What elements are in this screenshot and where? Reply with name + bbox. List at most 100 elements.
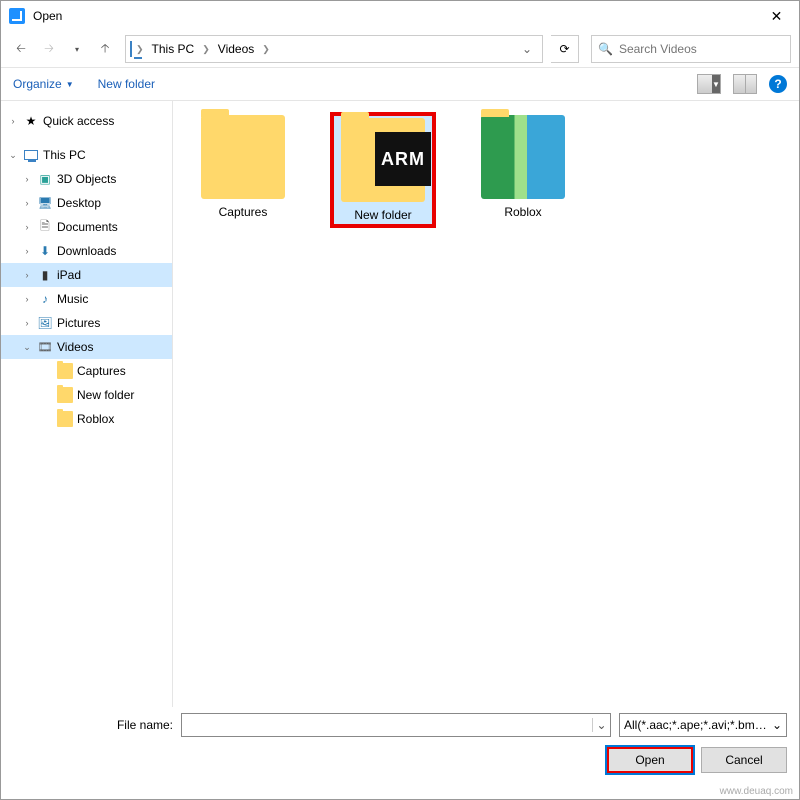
tree-videos[interactable]: ⌄ 🎞 Videos	[1, 335, 172, 359]
picture-icon: 🖼	[37, 315, 53, 331]
nav-tree: › ★ Quick access ⌄ This PC ›▣3D Objects …	[1, 101, 173, 707]
footer: File name: ⌄ All(*.aac;*.ape;*.avi;*.bmp…	[1, 707, 799, 785]
tree-label: Roblox	[77, 412, 114, 426]
tree-pictures[interactable]: › 🖼 Pictures	[1, 311, 172, 335]
breadcrumb-videos[interactable]: Videos	[214, 42, 258, 56]
tree-documents[interactable]: › 🗎 Documents	[1, 215, 172, 239]
folder-icon	[201, 115, 285, 199]
nav-bar: 🡠 🡢 ▾ 🡡 ❯ This PC ❯ Videos ❯ ⌄ ⟳ 🔍	[1, 31, 799, 67]
expand-icon[interactable]: ›	[21, 270, 33, 280]
title-bar: Open ✕	[1, 1, 799, 31]
chevron-down-icon: ⌄	[768, 718, 782, 732]
expand-icon[interactable]: ›	[21, 174, 33, 184]
tree-captures[interactable]: Captures	[1, 359, 172, 383]
folder-icon	[341, 118, 425, 202]
file-type-filter[interactable]: All(*.aac;*.ape;*.avi;*.bmp;*.csv ⌄	[619, 713, 787, 737]
tree-roblox[interactable]: Roblox	[1, 407, 172, 431]
tree-label: Videos	[57, 340, 93, 354]
download-icon: ⬇	[37, 243, 53, 259]
chevron-down-icon[interactable]: ⌄	[592, 718, 610, 732]
tree-label: 3D Objects	[57, 172, 116, 186]
main-area: › ★ Quick access ⌄ This PC ›▣3D Objects …	[1, 101, 799, 707]
up-button[interactable]: 🡡	[93, 37, 117, 61]
item-label: Roblox	[473, 205, 573, 219]
tree-label: Documents	[57, 220, 118, 234]
app-icon	[9, 8, 25, 24]
tree-music[interactable]: ›♪Music	[1, 287, 172, 311]
tree-3d-objects[interactable]: › ▣ 3D Objects	[1, 167, 172, 191]
new-folder-button[interactable]: New folder	[98, 77, 155, 91]
preview-pane-button[interactable]	[733, 74, 757, 94]
search-icon: 🔍	[598, 42, 613, 56]
file-name-combo[interactable]: ⌄	[181, 713, 611, 737]
organize-label: Organize	[13, 77, 62, 91]
tree-label: Desktop	[57, 196, 101, 210]
file-list[interactable]: Captures New folder Roblox	[173, 101, 799, 707]
refresh-button[interactable]: ⟳	[551, 35, 579, 63]
pc-icon	[130, 42, 132, 56]
tree-label: Quick access	[43, 114, 114, 128]
folder-new-folder[interactable]: New folder	[333, 115, 433, 225]
item-label: Captures	[193, 205, 293, 219]
device-icon: ▮	[37, 267, 53, 283]
chevron-right-icon[interactable]: ❯	[202, 44, 210, 55]
folder-roblox[interactable]: Roblox	[473, 115, 573, 219]
document-icon: 🗎	[37, 219, 53, 235]
tree-label: Pictures	[57, 316, 100, 330]
address-dropdown[interactable]: ⌄	[516, 42, 538, 56]
chevron-right-icon[interactable]: ❯	[262, 44, 270, 55]
collapse-icon[interactable]: ⌄	[21, 342, 33, 353]
tree-quick-access[interactable]: › ★ Quick access	[1, 109, 172, 133]
close-button[interactable]: ✕	[754, 1, 799, 31]
tree-label: Captures	[77, 364, 126, 378]
tree-new-folder[interactable]: New folder	[1, 383, 172, 407]
expand-icon[interactable]: ›	[21, 294, 33, 304]
item-label: New folder	[333, 208, 433, 222]
forward-button: 🡢	[37, 37, 61, 61]
breadcrumb-this-pc[interactable]: This PC	[148, 42, 199, 56]
watermark: www.deuaq.com	[720, 786, 793, 797]
expand-icon[interactable]: ›	[7, 116, 19, 126]
file-name-input[interactable]	[182, 718, 592, 732]
expand-icon[interactable]: ›	[21, 198, 33, 208]
folder-icon	[57, 363, 73, 379]
search-box[interactable]: 🔍	[591, 35, 791, 63]
command-bar: Organize ▼ New folder ▼ ?	[1, 67, 799, 101]
folder-icon	[57, 411, 73, 427]
search-input[interactable]	[619, 42, 784, 56]
tree-this-pc[interactable]: ⌄ This PC	[1, 143, 172, 167]
tree-downloads[interactable]: › ⬇ Downloads	[1, 239, 172, 263]
video-icon: 🎞	[37, 339, 53, 355]
chevron-down-icon: ▼	[66, 80, 74, 89]
cube-icon: ▣	[37, 171, 53, 187]
collapse-icon[interactable]: ⌄	[7, 150, 19, 161]
window-title: Open	[33, 9, 754, 23]
chevron-right-icon[interactable]: ❯	[136, 44, 144, 55]
tree-label: This PC	[43, 148, 86, 162]
folder-captures[interactable]: Captures	[193, 115, 293, 219]
file-name-label: File name:	[13, 718, 173, 732]
music-icon: ♪	[37, 291, 53, 307]
filter-label: All(*.aac;*.ape;*.avi;*.bmp;*.csv	[624, 718, 768, 732]
recent-dropdown[interactable]: ▾	[65, 37, 89, 61]
view-menu[interactable]: ▼	[697, 74, 721, 94]
organize-menu[interactable]: Organize ▼	[13, 77, 74, 91]
cancel-button[interactable]: Cancel	[701, 747, 787, 773]
tree-label: New folder	[77, 388, 134, 402]
tree-ipad[interactable]: › ▮ iPad	[1, 263, 172, 287]
tree-label: Downloads	[57, 244, 116, 258]
tree-desktop[interactable]: › 🖥 Desktop	[1, 191, 172, 215]
pc-icon	[23, 147, 39, 163]
back-button[interactable]: 🡠	[9, 37, 33, 61]
star-icon: ★	[23, 113, 39, 129]
expand-icon[interactable]: ›	[21, 222, 33, 232]
folder-icon	[481, 115, 565, 199]
help-button[interactable]: ?	[769, 75, 787, 93]
desktop-icon: 🖥	[37, 195, 53, 211]
expand-icon[interactable]: ›	[21, 246, 33, 256]
tree-label: iPad	[57, 268, 81, 282]
open-button[interactable]: Open	[607, 747, 693, 773]
folder-icon	[57, 387, 73, 403]
expand-icon[interactable]: ›	[21, 318, 33, 328]
address-bar[interactable]: ❯ This PC ❯ Videos ❯ ⌄	[125, 35, 543, 63]
